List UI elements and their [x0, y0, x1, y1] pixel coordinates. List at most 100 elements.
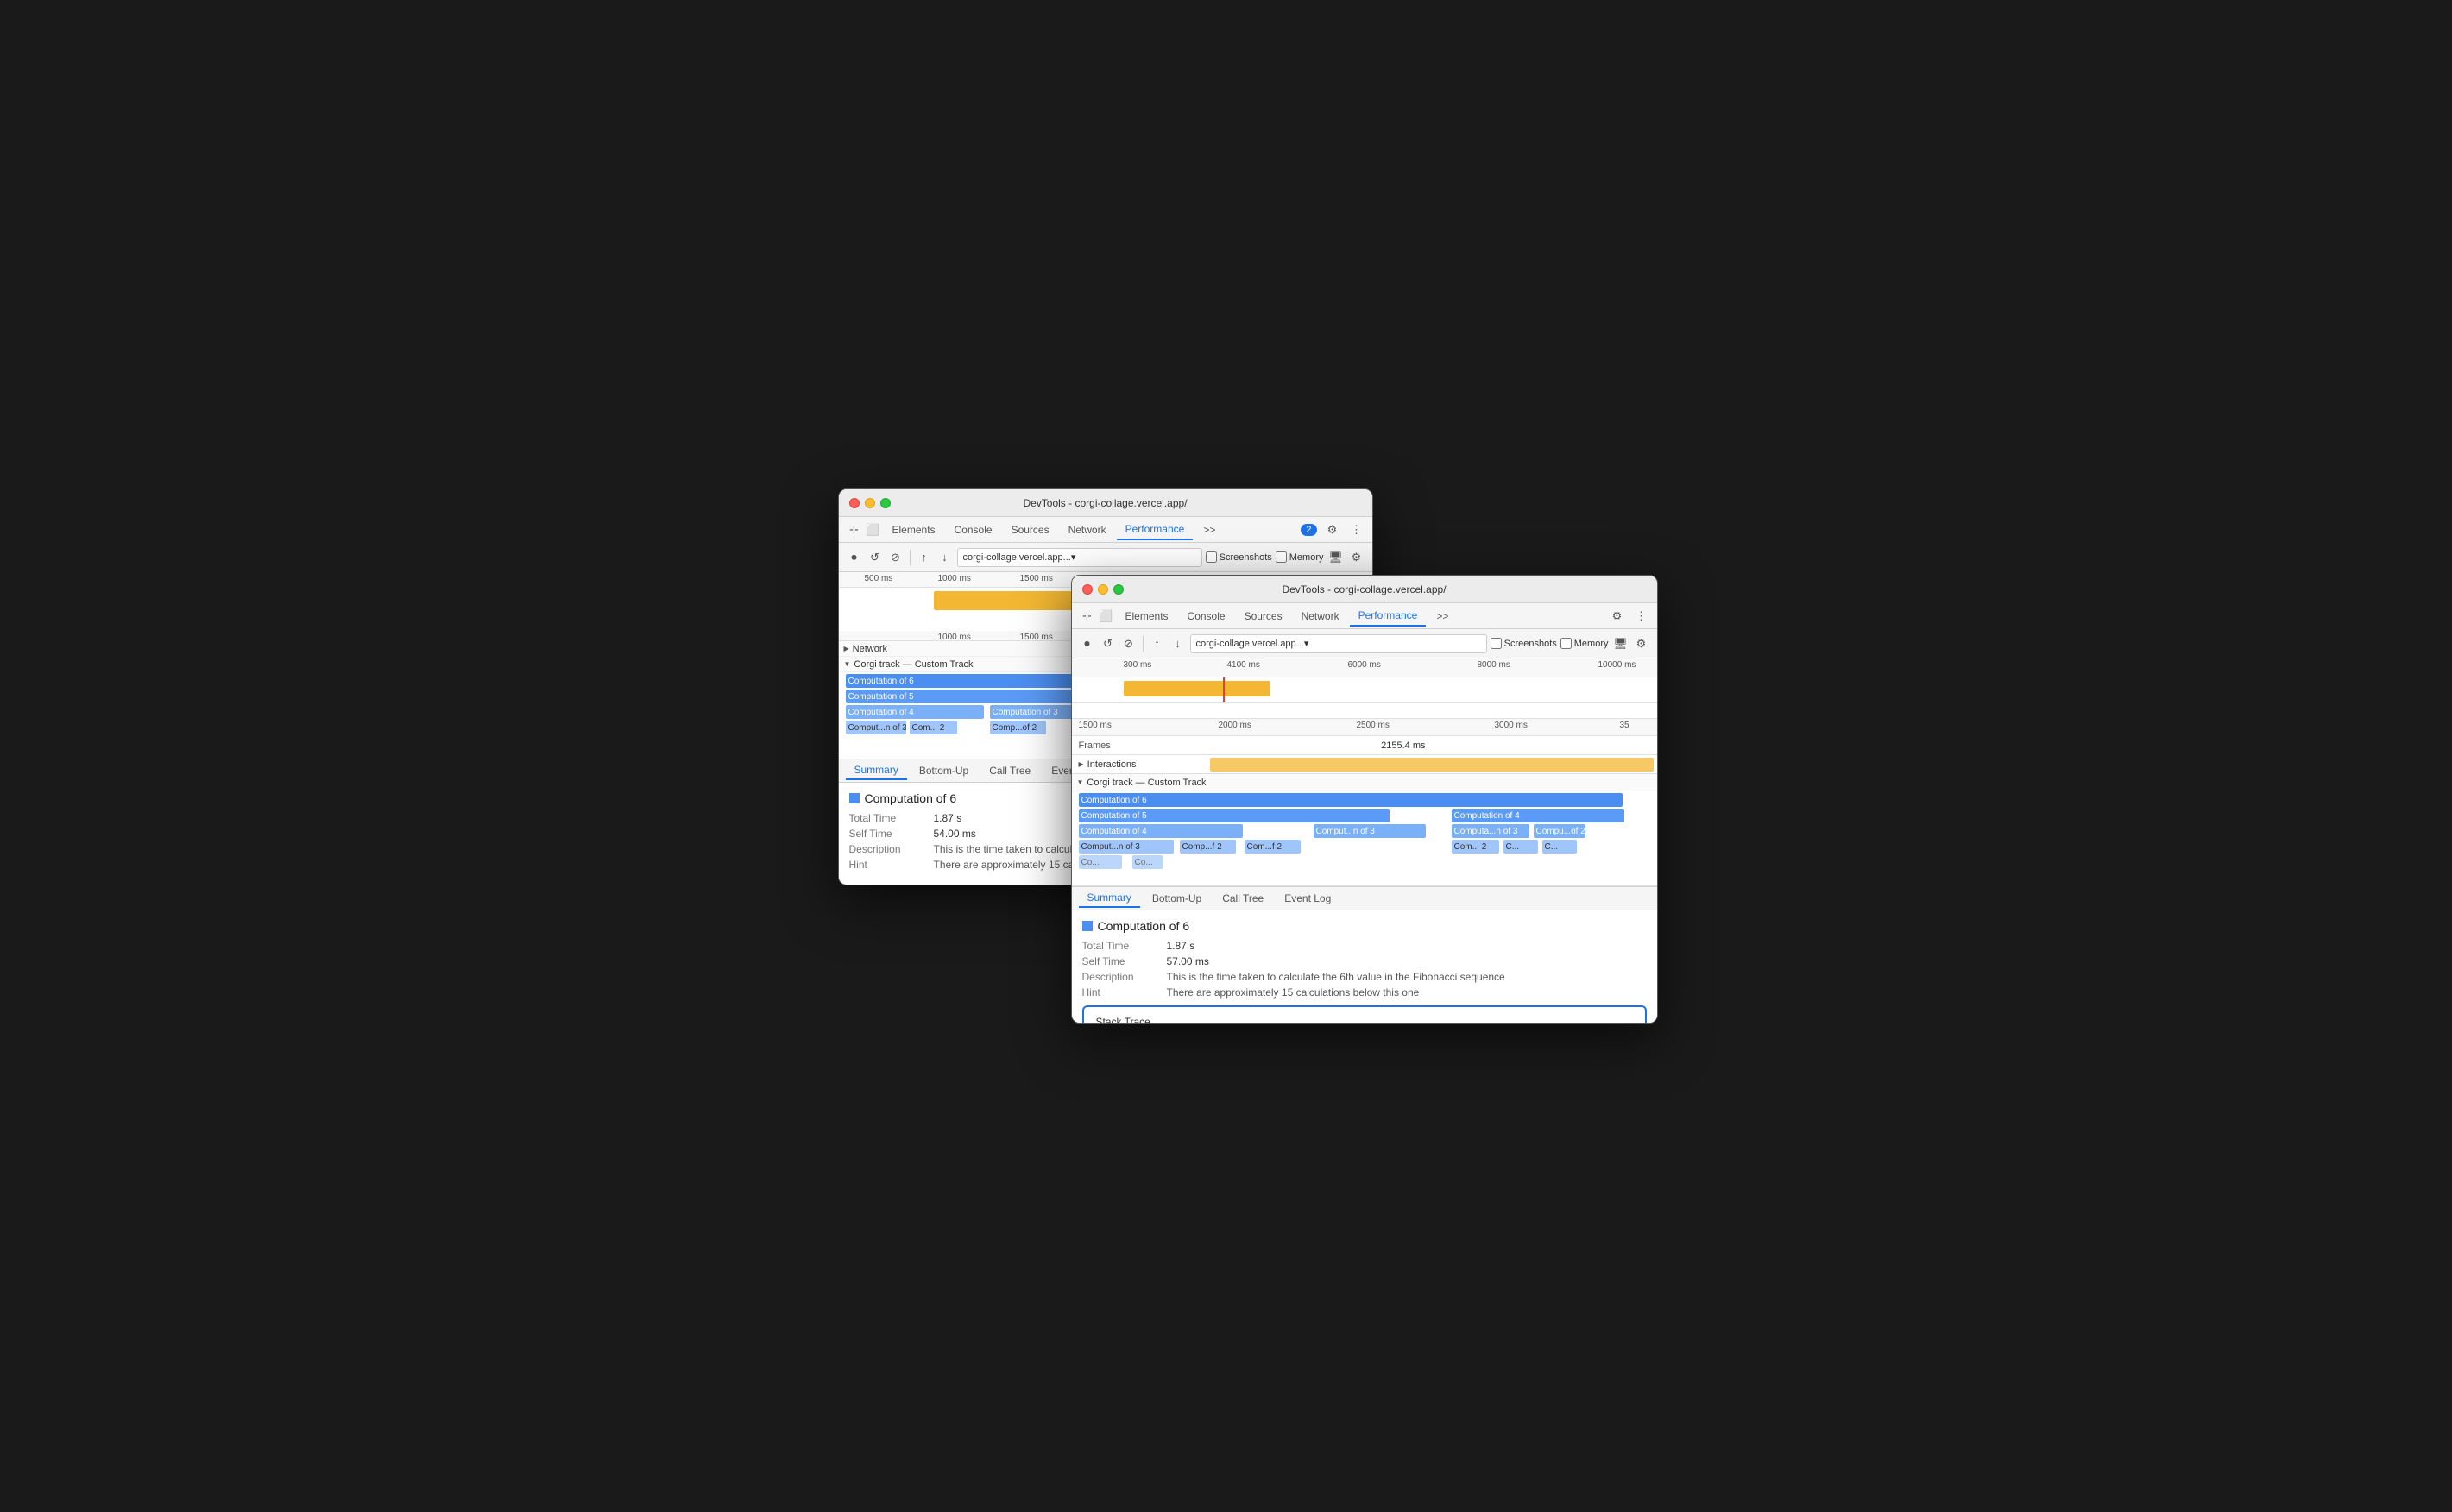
- memory-checkbox-front[interactable]: Memory: [1560, 638, 1609, 649]
- summary-total-time-row-front: Total Time 1.87 s: [1082, 940, 1647, 952]
- interactions-bar-front: [1210, 758, 1654, 772]
- upload-icon[interactable]: ↑: [916, 549, 933, 566]
- maximize-button-back[interactable]: [880, 498, 891, 508]
- summary-comp-title-back: Computation of 6: [865, 791, 957, 805]
- tab-elements-front[interactable]: Elements: [1117, 607, 1177, 626]
- tab-summary-back[interactable]: Summary: [846, 761, 907, 780]
- inspect-icon[interactable]: ⊹: [846, 521, 863, 539]
- tab-bottomup-back[interactable]: Bottom-Up: [911, 762, 977, 779]
- tab-performance-front[interactable]: Performance: [1350, 606, 1427, 627]
- corgi-expand-arrow[interactable]: ▼: [844, 660, 851, 668]
- compCo2-front[interactable]: Co...: [1132, 855, 1163, 869]
- clear-icon[interactable]: ⊘: [887, 549, 905, 566]
- top-4100ms: 4100 ms: [1227, 660, 1260, 670]
- bottom-tabs-front: Summary Bottom-Up Call Tree Event Log: [1072, 886, 1657, 910]
- tab-more-back[interactable]: >>: [1194, 520, 1224, 539]
- download-icon-front[interactable]: ↓: [1169, 635, 1187, 652]
- top-300ms: 300 ms: [1124, 660, 1152, 670]
- tab-calltree-back[interactable]: Call Tree: [980, 762, 1039, 779]
- interactions-expand[interactable]: ▶: [1079, 760, 1084, 768]
- close-button-front[interactable]: [1082, 584, 1093, 595]
- device-icon-front[interactable]: ⬜: [1098, 608, 1115, 625]
- tab-network-back[interactable]: Network: [1060, 520, 1115, 539]
- stack-trace-title: Stack Trace: [1096, 1016, 1633, 1024]
- title-swatch-front: [1082, 921, 1093, 931]
- compCo1-front[interactable]: Co...: [1079, 855, 1122, 869]
- refresh-icon-front[interactable]: ↺: [1100, 635, 1117, 652]
- url-bar-back[interactable]: corgi-collage.vercel.app...▾: [957, 548, 1202, 567]
- tab-sources-back[interactable]: Sources: [1003, 520, 1058, 539]
- compC1-front[interactable]: C...: [1503, 840, 1538, 854]
- url-bar-front[interactable]: corgi-collage.vercel.app...▾: [1190, 634, 1487, 653]
- screenshot-icon-front[interactable]: 🖥: [1612, 635, 1629, 652]
- compC2-front[interactable]: C...: [1542, 840, 1577, 854]
- tab-performance-back[interactable]: Performance: [1117, 520, 1194, 540]
- download-icon[interactable]: ↓: [936, 549, 954, 566]
- maximize-button-front[interactable]: [1113, 584, 1124, 595]
- settings-icon2-front[interactable]: ⚙: [1633, 635, 1650, 652]
- screenshots-checkbox-back[interactable]: Screenshots: [1206, 551, 1272, 563]
- comp4b-front[interactable]: Computation of 4: [1079, 824, 1243, 838]
- comp2d-front[interactable]: Com... 2: [1452, 840, 1499, 854]
- corgi-track-label-front: Corgi track — Custom Track: [1087, 778, 1206, 788]
- minimize-button-front[interactable]: [1098, 584, 1108, 595]
- comp-bar-2a-back[interactable]: Com... 2: [910, 721, 957, 734]
- comp4a-front[interactable]: Computation of 4: [1452, 809, 1624, 822]
- comp2a-front[interactable]: Compu...of 2: [1534, 824, 1585, 838]
- minimize-button-back[interactable]: [865, 498, 875, 508]
- tab-more-front[interactable]: >>: [1428, 607, 1457, 626]
- tab-console-front[interactable]: Console: [1179, 607, 1234, 626]
- comp-bar-4b-back[interactable]: Computation of 4: [846, 705, 984, 719]
- traffic-lights-front: [1082, 584, 1124, 595]
- device-icon[interactable]: ⬜: [865, 521, 882, 539]
- refresh-icon[interactable]: ↺: [867, 549, 884, 566]
- close-button-back[interactable]: [849, 498, 860, 508]
- summary-panel-front: Computation of 6 Total Time 1.87 s Self …: [1072, 910, 1657, 1024]
- memory-checkbox-back[interactable]: Memory: [1276, 551, 1324, 563]
- comp3c-front[interactable]: Comput...n of 3: [1079, 840, 1174, 854]
- tab-network-front[interactable]: Network: [1293, 607, 1348, 626]
- desc-key-front: Description: [1082, 971, 1160, 983]
- cpu-bar-front: [1124, 681, 1270, 696]
- interactions-row-front: ▶ Interactions: [1072, 755, 1657, 774]
- more-icon-front[interactable]: ⋮: [1633, 608, 1650, 625]
- more-icon-back[interactable]: ⋮: [1348, 521, 1365, 539]
- summary-comp-title-front: Computation of 6: [1098, 919, 1190, 933]
- record-icon[interactable]: ⏺: [846, 549, 863, 566]
- inspect-icon-front[interactable]: ⊹: [1079, 608, 1096, 625]
- comp3b-front[interactable]: Computa...n of 3: [1452, 824, 1529, 838]
- interactions-label-front: Interactions: [1087, 759, 1137, 770]
- network-label-back: Network: [853, 644, 887, 654]
- record-icon-front[interactable]: ⏺: [1079, 635, 1096, 652]
- comp3a-front[interactable]: Comput...n of 3: [1314, 824, 1426, 838]
- title-swatch-back: [849, 793, 860, 803]
- comp2b-front[interactable]: Comp...f 2: [1180, 840, 1236, 854]
- comp-bar-2b-back[interactable]: Comp...of 2: [990, 721, 1046, 734]
- tab-eventlog-front[interactable]: Event Log: [1276, 890, 1339, 907]
- corgi-expand-arrow-front[interactable]: ▼: [1077, 778, 1084, 786]
- comp-bar-3c-back[interactable]: Comput...n of 3: [846, 721, 906, 734]
- screenshot-icon[interactable]: 🖥: [1327, 549, 1345, 566]
- upload-icon-front[interactable]: ↑: [1149, 635, 1166, 652]
- tab-console-back[interactable]: Console: [946, 520, 1001, 539]
- messages-badge[interactable]: 2: [1301, 524, 1316, 536]
- total-time-key-front: Total Time: [1082, 940, 1160, 952]
- tab-bottomup-front[interactable]: Bottom-Up: [1144, 890, 1210, 907]
- comp-bar-3a-back[interactable]: Computation of 3: [990, 705, 1076, 719]
- comp6-front[interactable]: Computation of 6: [1079, 793, 1623, 807]
- settings-icon-back[interactable]: ⚙: [1324, 521, 1341, 539]
- toolbar-front: ⏺ ↺ ⊘ ↑ ↓ corgi-collage.vercel.app...▾ S…: [1072, 629, 1657, 658]
- tab-summary-front[interactable]: Summary: [1079, 889, 1140, 908]
- clear-icon-front[interactable]: ⊘: [1120, 635, 1138, 652]
- tab-sources-front[interactable]: Sources: [1236, 607, 1291, 626]
- tab-calltree-front[interactable]: Call Tree: [1213, 890, 1272, 907]
- settings-icon2-back[interactable]: ⚙: [1348, 549, 1365, 566]
- screenshots-checkbox-front[interactable]: Screenshots: [1491, 638, 1557, 649]
- network-expand-arrow[interactable]: ▶: [844, 645, 849, 652]
- top-10000ms: 10000 ms: [1598, 660, 1636, 670]
- comp5-front[interactable]: Computation of 5: [1079, 809, 1390, 822]
- tab-elements-back[interactable]: Elements: [884, 520, 944, 539]
- settings-icon-front[interactable]: ⚙: [1609, 608, 1626, 625]
- comp2c-front[interactable]: Com...f 2: [1245, 840, 1301, 854]
- total-time-key-back: Total Time: [849, 812, 927, 824]
